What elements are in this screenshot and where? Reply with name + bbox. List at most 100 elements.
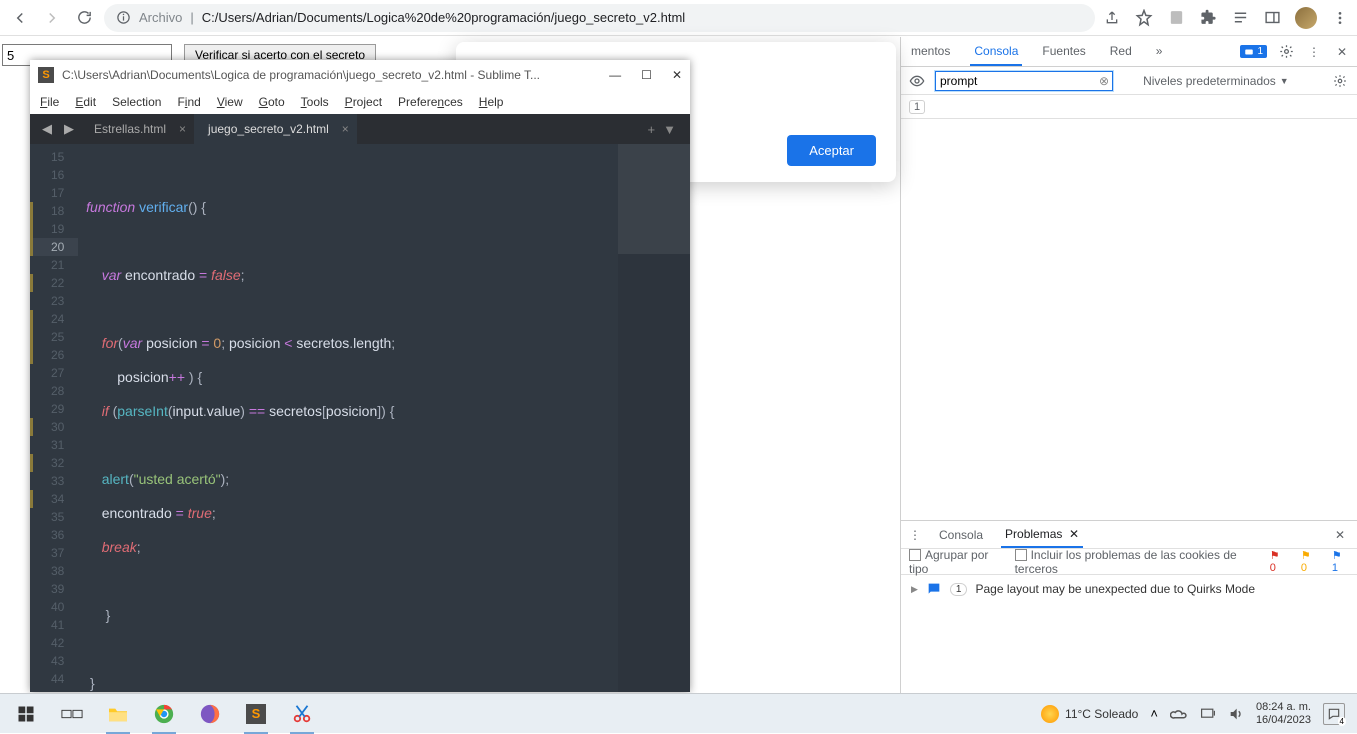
- devtools-tab-console[interactable]: Consola: [970, 37, 1022, 66]
- devtools-settings-icon[interactable]: [1277, 43, 1295, 61]
- back-button[interactable]: [8, 6, 32, 30]
- console-body[interactable]: [901, 119, 1357, 520]
- issue-row[interactable]: ▶ 1 Page layout may be unexpected due to…: [901, 575, 1357, 603]
- panel-icon[interactable]: [1263, 9, 1281, 27]
- address-bar[interactable]: Archivo | C:/Users/Adrian/Documents/Logi…: [104, 4, 1095, 32]
- snip-tool-icon[interactable]: [282, 694, 322, 734]
- console-settings-icon[interactable]: [1331, 72, 1349, 90]
- clock-time: 08:24 a. m.: [1256, 701, 1311, 714]
- firefox-icon[interactable]: [190, 694, 230, 734]
- devtools-panel: mentos Consola Fuentes Red » 1 ⋮ ✕ ⊗ Niv…: [900, 37, 1357, 693]
- drawer-tab-problems[interactable]: Problemas ✕: [1001, 521, 1083, 548]
- url-sep: |: [190, 10, 193, 25]
- reload-button[interactable]: [72, 6, 96, 30]
- browser-toolbar: Archivo | C:/Users/Adrian/Documents/Logi…: [0, 0, 1357, 36]
- devtools-tab-more[interactable]: »: [1152, 37, 1167, 66]
- drawer-handle-icon[interactable]: ⋮: [909, 528, 921, 542]
- sublime-tabbar: ◀ ▶ Estrellas.html× juego_secreto_v2.htm…: [30, 114, 690, 144]
- menu-find[interactable]: Find: [177, 95, 200, 109]
- url-text: C:/Users/Adrian/Documents/Logica%20de%20…: [202, 10, 685, 25]
- menu-preferences[interactable]: Preferences: [398, 95, 463, 109]
- devtools-drawer: ⋮ Consola Problemas ✕ ✕ Agrupar por tipo…: [901, 520, 1357, 693]
- sublime-app-icon: S: [38, 67, 54, 83]
- menu-view[interactable]: View: [217, 95, 243, 109]
- log-levels-dropdown[interactable]: Niveles predeterminados ▼: [1143, 74, 1289, 88]
- forward-button[interactable]: [40, 6, 64, 30]
- pdf-icon[interactable]: [1167, 9, 1185, 27]
- live-expression-icon[interactable]: [909, 72, 925, 90]
- devtools-close-icon[interactable]: ✕: [1333, 43, 1351, 61]
- weather-text: 11°C Soleado: [1065, 707, 1138, 721]
- volume-icon[interactable]: [1228, 706, 1244, 722]
- issue-text: Page layout may be unexpected due to Qui…: [975, 582, 1255, 596]
- menu-project[interactable]: Project: [345, 95, 382, 109]
- devtools-menu-icon[interactable]: ⋮: [1305, 43, 1323, 61]
- menu-edit[interactable]: Edit: [75, 95, 96, 109]
- menu-goto[interactable]: Goto: [259, 95, 285, 109]
- sublime-titlebar[interactable]: S C:\Users\Adrian\Documents\Logica de pr…: [30, 60, 690, 90]
- toolbar-right: [1103, 7, 1349, 29]
- info-flag[interactable]: ⚑ 1: [1332, 549, 1349, 574]
- notification-count: 4: [1338, 717, 1346, 726]
- expand-icon[interactable]: ▶: [911, 584, 918, 595]
- network-icon[interactable]: [1200, 707, 1216, 721]
- issue-count: 1: [950, 583, 968, 596]
- maximize-button[interactable]: ☐: [641, 68, 652, 82]
- chrome-menu-icon[interactable]: [1331, 9, 1349, 27]
- weather-widget[interactable]: 11°C Soleado: [1041, 705, 1138, 723]
- group-by-type-checkbox[interactable]: Agrupar por tipo: [909, 548, 1001, 576]
- task-view-icon[interactable]: [52, 694, 92, 734]
- new-tab-icon[interactable]: +: [648, 122, 656, 137]
- tray-chevron-icon[interactable]: ˄: [1150, 706, 1158, 721]
- issues-badge[interactable]: 1: [1240, 45, 1267, 58]
- code-editor[interactable]: 151617 181920 212223 242526 272829 30313…: [30, 144, 690, 692]
- include-cookies-checkbox[interactable]: Incluir los problemas de las cookies de …: [1015, 548, 1256, 576]
- menu-selection[interactable]: Selection: [112, 95, 161, 109]
- devtools-tab-elements[interactable]: mentos: [907, 37, 954, 66]
- console-toolbar: ⊗ Niveles predeterminados ▼: [901, 67, 1357, 95]
- menu-tools[interactable]: Tools: [301, 95, 329, 109]
- sublime-window: S C:\Users\Adrian\Documents\Logica de pr…: [30, 60, 690, 692]
- drawer-close-icon[interactable]: ✕: [1331, 526, 1349, 544]
- onedrive-icon[interactable]: [1170, 707, 1188, 721]
- url-scheme: Archivo: [139, 10, 182, 25]
- message-icon: [926, 581, 942, 597]
- clock[interactable]: 08:24 a. m. 16/04/2023: [1256, 701, 1311, 727]
- bookmark-icon[interactable]: [1135, 9, 1153, 27]
- line-gutter: 151617 181920 212223 242526 272829 30313…: [30, 144, 78, 692]
- notification-center-icon[interactable]: 4: [1323, 703, 1345, 725]
- tab-menu-icon[interactable]: ▼: [663, 122, 676, 137]
- minimize-button[interactable]: —: [609, 68, 621, 82]
- tab-estrellas[interactable]: Estrellas.html×: [80, 114, 194, 144]
- minimap-viewport[interactable]: [618, 144, 690, 254]
- share-icon[interactable]: [1103, 9, 1121, 27]
- dialog-accept-button[interactable]: Aceptar: [787, 135, 876, 166]
- devtools-tabs: mentos Consola Fuentes Red » 1 ⋮ ✕: [901, 37, 1357, 67]
- tab-juego-secreto[interactable]: juego_secreto_v2.html×: [194, 114, 357, 144]
- drawer-tab-console[interactable]: Consola: [935, 521, 987, 548]
- errors-flag[interactable]: ⚑ 0: [1270, 549, 1287, 574]
- sublime-taskbar-icon[interactable]: S: [236, 694, 276, 734]
- menu-help[interactable]: Help: [479, 95, 504, 109]
- devtools-tab-network[interactable]: Red: [1106, 37, 1136, 66]
- profile-avatar[interactable]: [1295, 7, 1317, 29]
- tab-close-icon[interactable]: ×: [179, 122, 186, 136]
- chrome-icon[interactable]: [144, 694, 184, 734]
- clear-filter-icon[interactable]: ⊗: [1099, 74, 1109, 88]
- menu-file[interactable]: File: [40, 95, 59, 109]
- file-explorer-icon[interactable]: [98, 694, 138, 734]
- tab-prev-icon[interactable]: ◀: [36, 121, 58, 137]
- clock-date: 16/04/2023: [1256, 714, 1311, 727]
- code-content[interactable]: function verificar() { var encontrado = …: [78, 144, 395, 692]
- reading-list-icon[interactable]: [1231, 9, 1249, 27]
- start-button[interactable]: [6, 694, 46, 734]
- tab-next-icon[interactable]: ▶: [58, 121, 80, 137]
- close-button[interactable]: ✕: [672, 68, 682, 82]
- devtools-tab-sources[interactable]: Fuentes: [1038, 37, 1089, 66]
- tab-close-icon[interactable]: ×: [342, 122, 349, 136]
- info-icon: [116, 10, 131, 25]
- warnings-flag[interactable]: ⚑ 0: [1301, 549, 1318, 574]
- console-filter-input[interactable]: [935, 71, 1113, 91]
- extensions-icon[interactable]: [1199, 9, 1217, 27]
- sun-icon: [1041, 705, 1059, 723]
